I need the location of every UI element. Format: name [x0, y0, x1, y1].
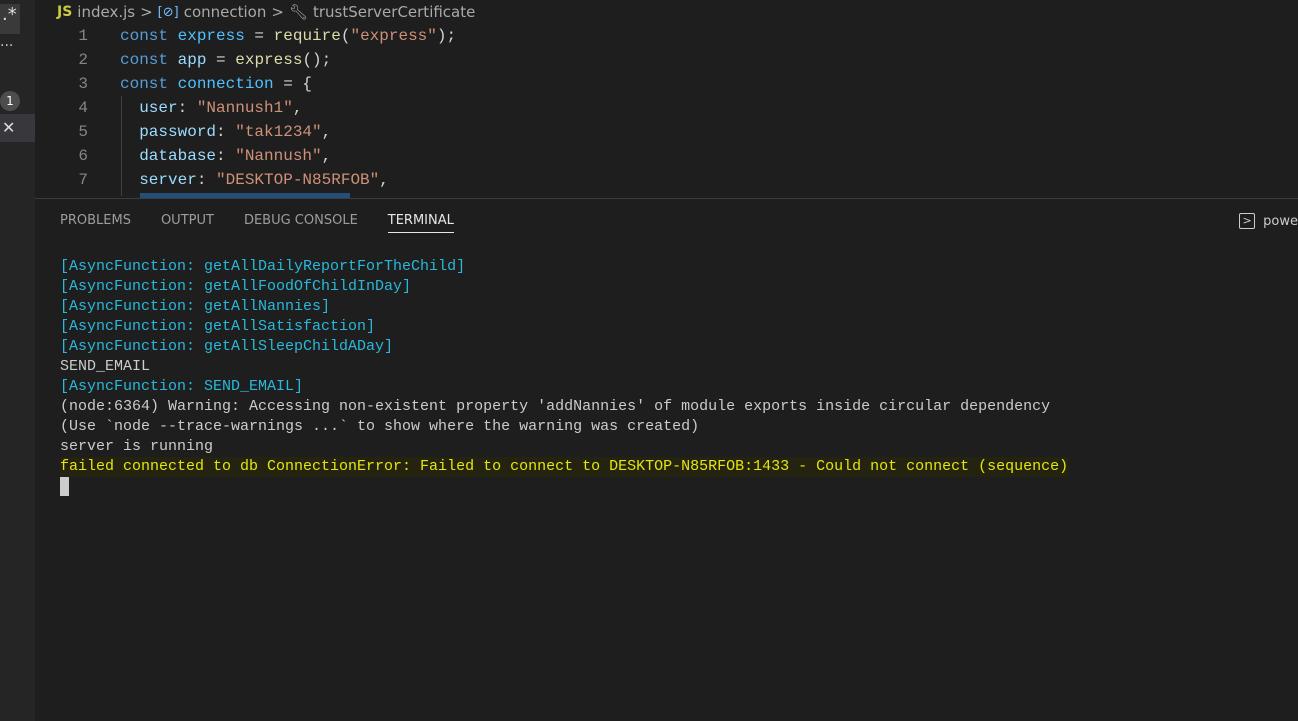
shell-name: powe [1263, 213, 1298, 229]
code-token: ); [436, 27, 457, 45]
code-token: (); [302, 51, 332, 69]
line-number: 4 [78, 99, 88, 117]
breadcrumb-connection[interactable]: connection [184, 3, 267, 21]
terminal-line: server is running [60, 438, 214, 455]
terminal-cursor [60, 477, 69, 496]
code-token: "DESKTOP-N85RFOB" [216, 171, 380, 189]
terminal-line: [AsyncFunction: getAllFoodOfChildInDay] [60, 278, 412, 295]
terminal-line: [AsyncFunction: SEND_EMAIL] [60, 378, 304, 395]
code-token: "Nannush1" [196, 99, 293, 117]
code-token: server [120, 171, 197, 189]
code-token: const [120, 75, 178, 93]
line-number: 3 [78, 75, 88, 93]
code-token: const [120, 27, 178, 45]
terminal-line: (node:6364) Warning: Accessing non-exist… [60, 398, 1051, 415]
js-file-icon: JS [57, 4, 73, 20]
terminal-line: [AsyncFunction: getAllSatisfaction] [60, 318, 376, 335]
code-line[interactable]: database: "Nannush", [120, 144, 331, 168]
line-number: 7 [78, 171, 88, 189]
code-token: : [216, 147, 236, 165]
code-token: : [196, 171, 217, 189]
breadcrumb-file[interactable]: index.js [77, 3, 135, 21]
code-token: = [206, 51, 236, 69]
terminal-icon: > [1239, 213, 1256, 229]
close-icon[interactable]: ✕ [0, 114, 35, 142]
code-token: : [177, 99, 197, 117]
terminal-line: [AsyncFunction: getAllSleepChildADay] [60, 338, 394, 355]
terminal-shell-selector[interactable]: > powe [1239, 213, 1298, 229]
code-line[interactable]: user: "Nannush1", [120, 96, 302, 120]
code-token: express [235, 51, 303, 69]
code-token: "tak1234" [235, 123, 322, 141]
code-token: database [120, 147, 217, 165]
breadcrumb: JS index.js > [⊘] connection > 🔧︎ trustS… [57, 2, 475, 22]
code-token: connection [177, 75, 274, 93]
code-line[interactable]: const app = express(); [120, 48, 331, 72]
code-line[interactable]: server: "DESKTOP-N85RFOB", [120, 168, 389, 192]
breadcrumb-trust-server-certificate[interactable]: trustServerCertificate [313, 3, 475, 21]
chevron-right-icon: > [140, 3, 153, 21]
chevron-right-icon: > [271, 3, 284, 21]
code-token: , [321, 123, 332, 141]
code-token: , [379, 171, 389, 189]
bottom-panel: PROBLEMS OUTPUT DEBUG CONSOLE TERMINAL >… [35, 198, 1298, 721]
line-number: 1 [78, 27, 88, 45]
code-line[interactable]: const connection = { [120, 72, 312, 96]
code-line[interactable]: password: "tak1234", [120, 120, 331, 144]
tab-terminal[interactable]: TERMINAL [387, 213, 454, 233]
code-token: = [244, 27, 274, 45]
code-token: : [216, 123, 236, 141]
code-token: , [321, 147, 332, 165]
terminal-output[interactable]: [AsyncFunction: getAllDailyReportForTheC… [60, 257, 1069, 497]
terminal-line: [AsyncFunction: getAllNannies] [60, 298, 331, 315]
terminal-line: [AsyncFunction: getAllDailyReportForTheC… [60, 258, 466, 275]
code-token: = { [273, 75, 313, 93]
line-number: 2 [78, 51, 88, 69]
code-token: const [120, 51, 178, 69]
wrench-icon: 🔧︎ [288, 3, 308, 21]
code-token: express [177, 27, 245, 45]
tab-debug-console[interactable]: DEBUG CONSOLE [244, 213, 358, 233]
code-token: "Nannush" [235, 147, 322, 165]
code-token: require [273, 27, 341, 45]
code-token: app [177, 51, 207, 69]
activity-sidebar: .* ... 1 ✕ [0, 0, 35, 721]
modified-file-indicator[interactable]: .* [0, 4, 20, 34]
code-line[interactable]: const express = require("express"); [120, 24, 456, 48]
tab-output[interactable]: OUTPUT [161, 213, 214, 233]
more-icon[interactable]: ... [0, 34, 13, 50]
panel-tabs: PROBLEMS OUTPUT DEBUG CONSOLE TERMINAL [60, 213, 454, 233]
terminal-line: failed connected to db ConnectionError: … [60, 457, 1069, 477]
code-token: password [120, 123, 217, 141]
variable-icon: [⊘] [157, 4, 179, 20]
code-token: user [120, 99, 178, 117]
code-token: "express" [350, 27, 437, 45]
terminal-line: SEND_EMAIL [60, 358, 151, 375]
code-token: , [292, 99, 303, 117]
line-number: 5 [78, 123, 88, 141]
indent-guide [121, 96, 122, 196]
tab-problems[interactable]: PROBLEMS [60, 213, 131, 233]
line-number: 6 [78, 147, 88, 165]
notification-badge: 1 [0, 91, 20, 111]
terminal-line: (Use `node --trace-warnings ...` to show… [60, 418, 700, 435]
